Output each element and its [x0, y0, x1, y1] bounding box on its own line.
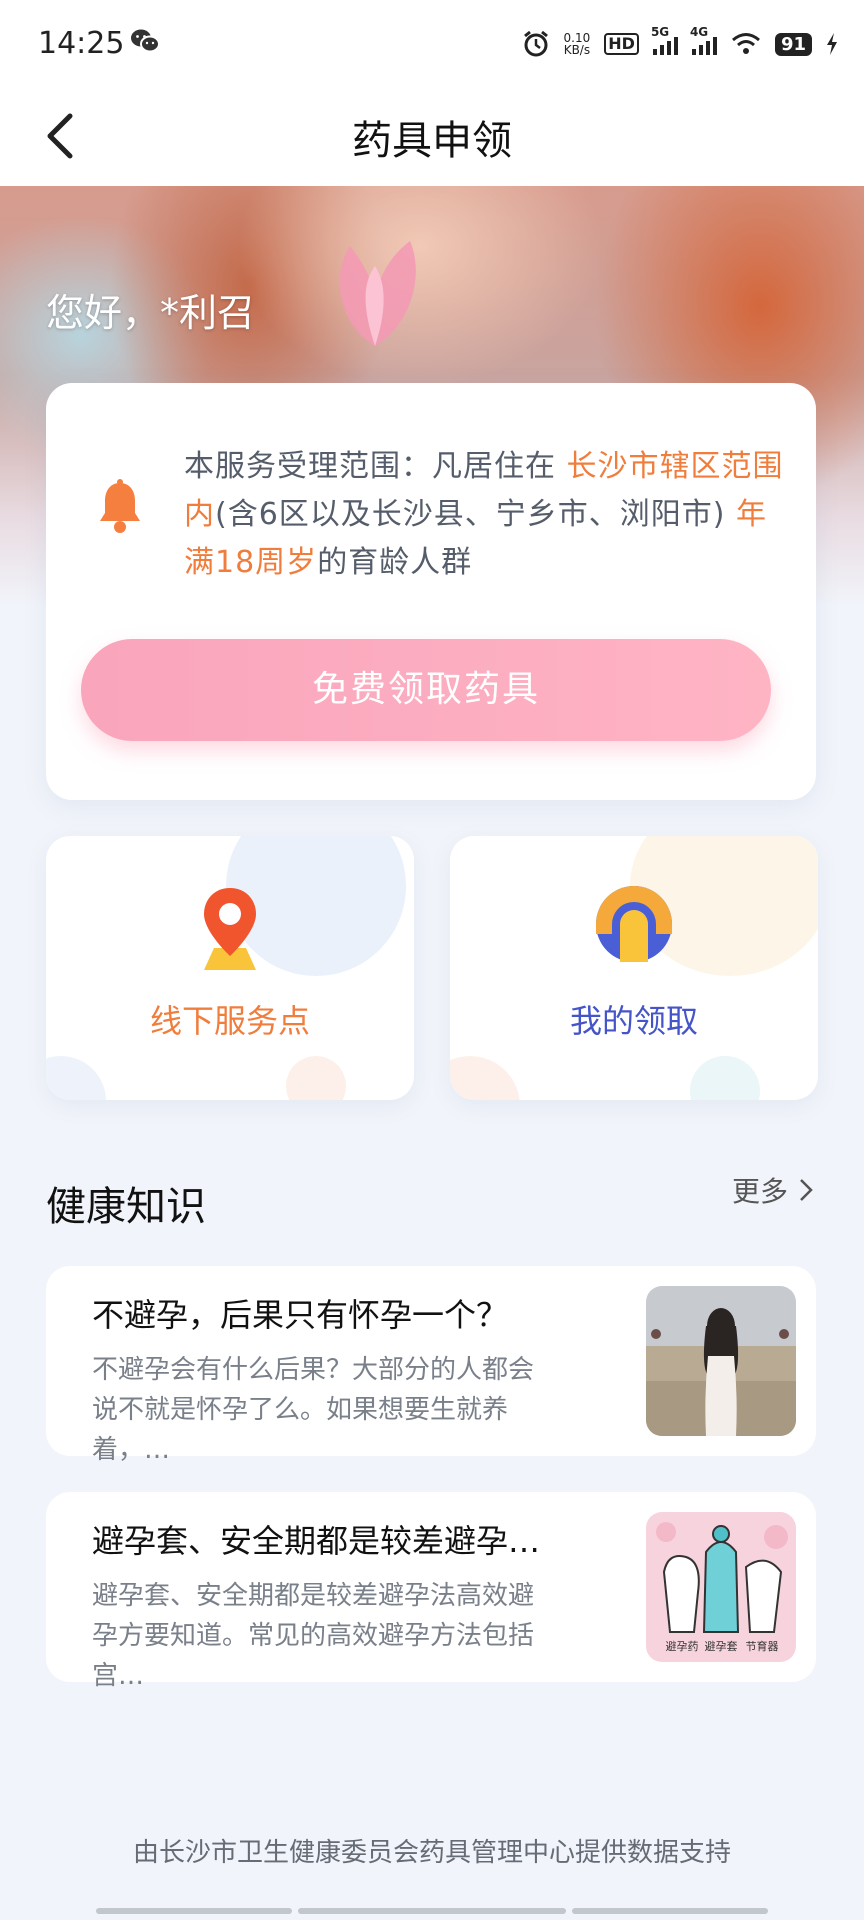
article-item[interactable]: 不避孕，后果只有怀孕一个？ 不避孕会有什么后果？大部分的人都会说不就是怀孕了么。… [46, 1266, 816, 1465]
alarm-icon [523, 30, 548, 57]
gesture-nav-bar [96, 1908, 768, 1914]
location-pin-icon [204, 888, 256, 970]
flower-image [339, 241, 416, 346]
status-time: 14:25 [38, 26, 125, 61]
app-header: 药具申领 [0, 86, 864, 186]
offline-service-point-label: 线下服务点 [149, 1002, 310, 1040]
service-notice-card: 本服务受理范围：凡居住在 长沙市辖区范围内(含6区以及长沙县、宁乡市、浏阳市) … [46, 383, 816, 800]
page-title: 药具申领 [352, 118, 512, 164]
article-title: 避孕套、安全期都是较差避孕… [92, 1522, 541, 1560]
battery-indicator: 91 [774, 32, 812, 56]
my-claims-card[interactable]: 我的领取 [450, 836, 818, 1100]
thumb-label-pill: 避孕药 [666, 1639, 699, 1653]
article-thumbnail: 避孕药 避孕套 节育器 [646, 1512, 796, 1662]
article-thumbnail [646, 1286, 796, 1436]
greeting-text: 您好，*利召 [46, 291, 256, 335]
status-bar: 14:25 0.10 KB/s HD 5G 4G 91 [0, 0, 864, 86]
charging-icon [827, 33, 837, 55]
service-scope-text: 本服务受理范围：凡居住在 长沙市辖区范围内(含6区以及长沙县、宁乡市、浏阳市) … [184, 449, 784, 580]
signal-5g-icon: 5G [651, 25, 678, 55]
footer-data-source: 由长沙市卫生健康委员会药具管理中心提供数据支持 [132, 1838, 731, 1868]
bell-icon [100, 479, 140, 533]
wifi-icon [731, 33, 760, 54]
thumb-label-condom: 避孕套 [705, 1639, 738, 1653]
wechat-icon [131, 29, 160, 53]
article-title: 不避孕，后果只有怀孕一个？ [92, 1296, 509, 1334]
more-link[interactable]: 更多 [732, 1170, 814, 1210]
article-summary: 避孕套、安全期都是较差避孕法高效避孕方要知道。常见的高效避孕方法包括宫… [92, 1581, 535, 1691]
my-claims-icon [596, 886, 672, 962]
signal-4g-icon: 4G [690, 25, 717, 55]
more-label: 更多 [731, 1175, 788, 1208]
chevron-right-icon [800, 1179, 813, 1201]
article-item[interactable]: 避孕套、安全期都是较差避孕… 避孕套、安全期都是较差避孕法高效避孕方要知道。常见… [46, 1492, 816, 1691]
my-claims-label: 我的领取 [569, 1002, 698, 1040]
net-speed: 0.10 KB/s [563, 31, 591, 57]
thumb-label-iud: 节育器 [746, 1639, 779, 1653]
free-claim-button[interactable]: 免费领取药具 [81, 639, 771, 741]
hd-badge: HD [604, 33, 639, 55]
offline-service-point-card[interactable]: 线下服务点 [46, 836, 414, 1100]
health-knowledge-title: 健康知识 [46, 1184, 206, 1230]
article-summary: 不避孕会有什么后果？大部分的人都会说不就是怀孕了么。如果想要生就养着，… [92, 1355, 535, 1465]
